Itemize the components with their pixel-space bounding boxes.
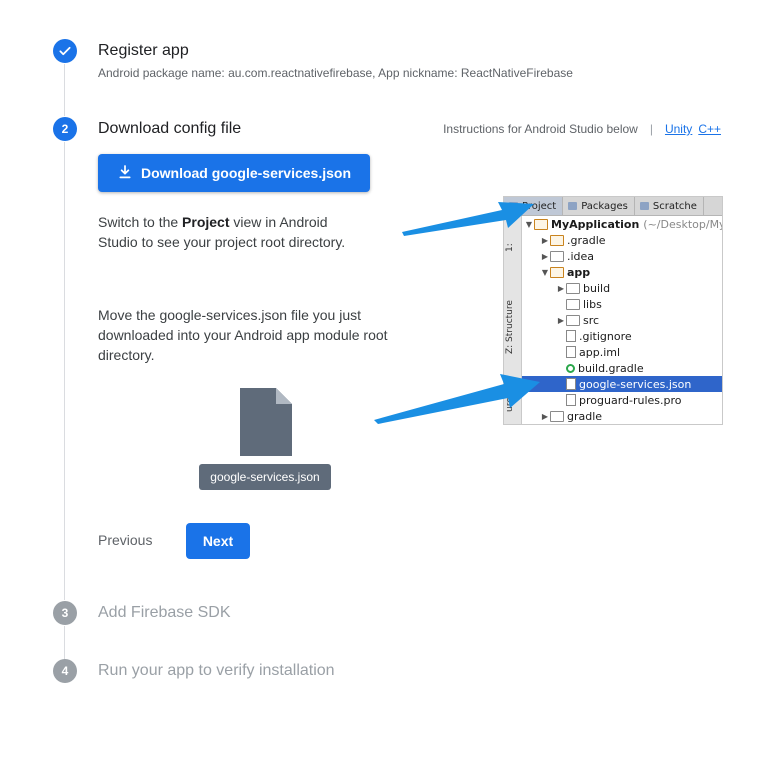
tree-item-label: MyApplication xyxy=(551,217,640,231)
tree-item-label: gradle xyxy=(567,409,603,423)
collapsed-arrow-icon: ▶ xyxy=(557,283,565,293)
tree-item-path: (~/Desktop/My xyxy=(643,217,723,231)
tree-item-label: google-services.json xyxy=(579,377,692,391)
folder-icon xyxy=(550,250,564,262)
tree-item-build: ▶ build xyxy=(522,280,610,296)
tab-scratches: Scratche xyxy=(635,197,704,215)
step-4-title: Run your app to verify installation xyxy=(98,662,335,679)
step-1-title: Register app xyxy=(98,42,189,59)
step-2-title: Download config file xyxy=(98,120,242,137)
tab-packages: Packages xyxy=(563,197,635,215)
file-icon xyxy=(566,330,576,342)
file-icon xyxy=(566,378,576,390)
tree-item-label: src xyxy=(583,313,600,327)
tree-item-label: app.iml xyxy=(579,345,621,359)
step-rail-2 xyxy=(64,142,65,600)
instructions-separator: | xyxy=(649,122,653,136)
previous-button[interactable]: Previous xyxy=(98,532,152,548)
tree-item-gitignore: .gitignore xyxy=(522,328,632,344)
collapsed-arrow-icon: ▶ xyxy=(541,251,549,261)
download-config-button[interactable]: Download google-services.json xyxy=(98,154,370,192)
download-button-label: Download google-services.json xyxy=(140,165,352,181)
tree-item-app: ▼ app xyxy=(522,264,590,280)
unity-link[interactable]: Unity xyxy=(665,122,692,136)
tree-item-libs: libs xyxy=(522,296,602,312)
step-rail-1 xyxy=(64,64,65,116)
tree-item-label: .gitignore xyxy=(579,329,632,343)
file-name-chip: google-services.json xyxy=(199,464,331,490)
tree-item-label: build xyxy=(583,281,611,295)
tree-item-label: libs xyxy=(583,297,602,311)
step-2-number: 2 xyxy=(53,117,77,141)
folder-icon xyxy=(550,266,564,278)
tree-item-label: app xyxy=(567,265,591,279)
folder-icon xyxy=(550,234,564,246)
arrow-to-json-file-icon xyxy=(374,374,540,424)
next-button[interactable]: Next xyxy=(186,523,250,559)
instruction-paragraph-2: Move the google-services.json file you j… xyxy=(98,307,388,363)
tree-item-label: proguard-rules.pro xyxy=(579,393,682,407)
tree-item-google-services-json: google-services.json xyxy=(522,376,722,392)
side-label-project: 1: xyxy=(505,243,515,252)
json-file-icon xyxy=(240,388,292,456)
tree-item-label: .idea xyxy=(567,249,595,263)
project-view-emphasis: Project xyxy=(182,214,230,230)
tree-item-idea: ▶ .idea xyxy=(522,248,594,264)
download-icon xyxy=(117,164,133,183)
file-icon xyxy=(566,346,576,358)
step-3-number: 3 xyxy=(53,601,77,625)
tree-item-label: .gradle xyxy=(567,233,606,247)
folder-icon xyxy=(566,282,580,294)
file-icon xyxy=(566,394,576,406)
step-4-number: 4 xyxy=(53,659,77,683)
expanded-arrow-icon: ▼ xyxy=(541,267,549,277)
step-1-subtitle: Android package name: au.com.reactnative… xyxy=(98,66,573,80)
arrow-to-project-tab-icon xyxy=(402,202,534,236)
tree-item-app-iml: app.iml xyxy=(522,344,620,360)
folder-icon xyxy=(566,298,580,310)
tree-item-label: build.gradle xyxy=(578,361,644,375)
tree-item-myapplication: ▼ MyApplication (~/Desktop/My xyxy=(522,216,723,232)
tree-item-src: ▶ src xyxy=(522,312,599,328)
instructions-text: Instructions for Android Studio below xyxy=(443,122,638,136)
collapsed-arrow-icon: ▶ xyxy=(557,315,565,325)
gradle-icon xyxy=(566,363,575,373)
step-3-title: Add Firebase SDK xyxy=(98,604,231,621)
cpp-link[interactable]: C++ xyxy=(698,122,721,136)
folder-icon xyxy=(566,314,580,326)
step-rail-3 xyxy=(64,626,65,660)
collapsed-arrow-icon: ▶ xyxy=(541,235,549,245)
tree-item-proguard-rules-pro: proguard-rules.pro xyxy=(522,392,682,408)
instruction-paragraph-1: Switch to the Project view in Android St… xyxy=(98,214,346,250)
folder-icon xyxy=(550,410,564,422)
step-1-check-icon xyxy=(53,39,77,63)
instructions-bar: Instructions for Android Studio below | … xyxy=(443,122,721,136)
side-label-structure: Z: Structure xyxy=(505,300,515,354)
